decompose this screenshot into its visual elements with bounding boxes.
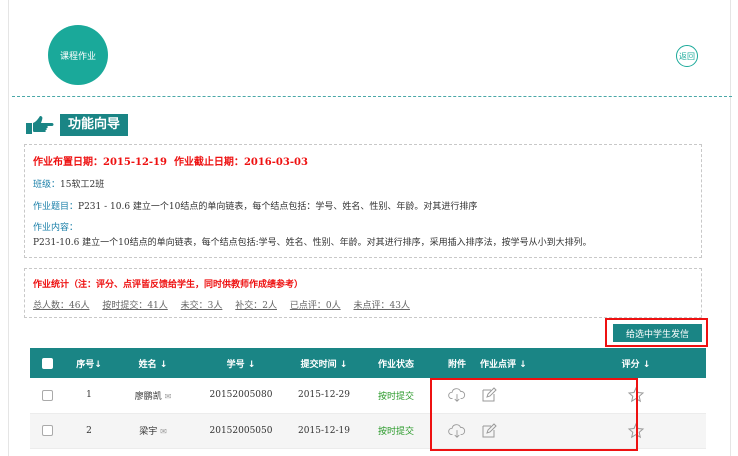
topic-label: 作业题目： [33, 202, 79, 212]
edit-icon[interactable] [480, 387, 498, 403]
row-review [480, 378, 566, 413]
header-review[interactable]: 作业点评 ↓ [480, 348, 566, 378]
stat-missing[interactable]: 未交：3人 [181, 301, 223, 311]
row-name: 梁宇 [139, 427, 158, 437]
header-attachment: 附件 [447, 359, 466, 370]
table-row: 2 梁宇 ✉ 20152005050 2015-12-19 按时提交 [30, 413, 706, 448]
assignment-info: 作业布置日期：2015-12-19 作业截止日期：2016-03-03 班级：1… [24, 144, 702, 258]
student-table: 序号↓ 姓名 ↓ 学号 ↓ 提交时间 ↓ 作业状态 附件 作业点评 ↓ 评分 ↓… [30, 348, 706, 449]
row-index: 1 [86, 390, 92, 401]
date-line: 作业布置日期：2015-12-19 作业截止日期：2016-03-03 [33, 153, 693, 168]
header-name[interactable]: 姓名 ↓ [114, 348, 192, 378]
topic-value: P231 - 10.6 建立一个10结点的单向链表，每个结点包括：学号、姓名、性… [78, 202, 478, 212]
row-name-cell: 廖鹏凯 ✉ [114, 378, 192, 413]
send-message-button[interactable]: 给选中学生发信 [613, 324, 702, 342]
header-submit-time[interactable]: 提交时间 ↓ [290, 348, 358, 378]
cloud-download-icon[interactable] [448, 387, 466, 403]
stat-unreviewed[interactable]: 未点评：43人 [353, 301, 409, 311]
stat-total[interactable]: 总人数：46人 [33, 301, 89, 311]
cloud-download-icon[interactable] [448, 423, 466, 439]
row-attachment [434, 413, 480, 448]
row-attachment [434, 378, 480, 413]
stat-reviewed[interactable]: 已点评：0人 [290, 301, 341, 311]
row-checkbox[interactable] [41, 389, 53, 401]
row-index: 2 [86, 425, 92, 436]
divider [12, 96, 732, 97]
content-label: 作业内容： [33, 223, 79, 233]
class-value: 15软工2班 [60, 180, 105, 190]
assign-date-label: 作业布置日期： [33, 157, 103, 168]
table-row: 1 廖鹏凯 ✉ 20152005080 2015-12-29 按时提交 [30, 378, 706, 413]
back-label: 返回 [679, 51, 695, 61]
pointing-hand-icon [26, 116, 54, 134]
statistics: 作业统计（注：评分、点评皆反馈给学生，同时供教师作成绩参考） 总人数：46人 按… [24, 268, 702, 318]
back-button[interactable]: 返回 [676, 45, 698, 67]
guide-label: 功能向导 [60, 114, 129, 136]
row-time: 2015-12-19 [298, 425, 350, 436]
select-all-checkbox[interactable] [41, 357, 53, 369]
row-student-id: 20152005080 [209, 390, 273, 401]
header-status: 作业状态 [377, 359, 414, 370]
header-score[interactable]: 评分 ↓ [566, 348, 706, 378]
stats-title: 作业统计（注：评分、点评皆反馈给学生，同时供教师作成绩参考） [33, 280, 304, 290]
stats-links: 总人数：46人 按时提交：41人 未交：3人 补交：2人 已点评：0人 未点评：… [33, 298, 693, 311]
row-score [566, 413, 706, 448]
topic-line: 作业题目：P231 - 10.6 建立一个10结点的单向链表，每个结点包括：学号… [33, 199, 693, 212]
edit-icon[interactable] [480, 422, 498, 439]
stat-late[interactable]: 补交：2人 [235, 301, 277, 311]
due-date: 2016-03-03 [243, 157, 308, 168]
function-guide: 功能向导 [24, 113, 129, 137]
star-icon[interactable] [627, 387, 645, 403]
mail-icon[interactable]: ✉ [165, 392, 172, 401]
send-highlight: 给选中学生发信 [605, 318, 708, 347]
class-line: 班级：15软工2班 [33, 177, 693, 190]
row-checkbox[interactable] [41, 425, 53, 436]
due-date-label: 作业截止日期： [173, 157, 244, 168]
row-student-id: 20152005050 [209, 425, 273, 436]
row-status: 按时提交 [377, 391, 414, 402]
content-value: P231-10.6 建立一个10结点的单向链表，每个结点包括:学号、姓名、性别、… [33, 238, 592, 248]
select-all-cell [30, 348, 64, 378]
assign-date: 2015-12-19 [103, 157, 167, 168]
class-label: 班级： [33, 180, 61, 190]
logo-text: 课程作业 [59, 51, 96, 62]
course-homework-logo: 课程作业 [48, 25, 108, 85]
stat-ontime[interactable]: 按时提交：41人 [102, 301, 167, 311]
header-index[interactable]: 序号↓ [64, 348, 114, 378]
table-header: 序号↓ 姓名 ↓ 学号 ↓ 提交时间 ↓ 作业状态 附件 作业点评 ↓ 评分 ↓ [30, 348, 706, 378]
row-status: 按时提交 [377, 427, 414, 437]
row-review [480, 413, 566, 448]
row-score [566, 378, 706, 413]
row-name: 廖鹏凯 [134, 391, 162, 402]
content-label-line: 作业内容： [33, 220, 693, 233]
row-time: 2015-12-29 [298, 390, 350, 401]
header-student-id[interactable]: 学号 ↓ [192, 348, 290, 378]
mail-icon[interactable]: ✉ [160, 427, 167, 436]
row-name-cell: 梁宇 ✉ [114, 413, 192, 448]
star-icon[interactable] [627, 422, 645, 439]
